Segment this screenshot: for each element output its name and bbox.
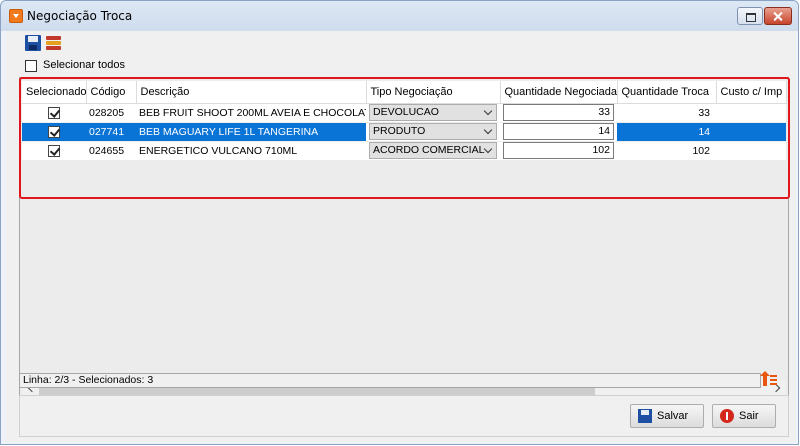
status-bar: Linha: 2/3 - Selecionados: 3 [19,373,761,388]
codigo-cell: 024655 [86,141,136,161]
codigo-cell: 028205 [86,103,136,123]
window-title: Negociação Troca [27,9,133,23]
custo-cell [716,141,786,161]
save-icon[interactable] [25,35,41,51]
window-client-area: Selecionar todos Selecionado Código Desc… [5,31,796,442]
title-bar[interactable]: Negociação Troca [1,1,798,31]
close-button[interactable] [764,7,792,25]
column-header-selecionado[interactable]: Selecionado [22,81,87,104]
app-menu-icon[interactable] [9,9,23,23]
table-row[interactable]: 028205 BEB FRUIT SHOOT 200ML AVEIA E CHO… [22,103,786,123]
quantidade-negociada-input[interactable]: 33 [503,104,614,121]
custo-cell [716,103,786,123]
table-row[interactable]: 024655 ENERGETICO VULCANO 710ML ACORDO C… [22,141,786,161]
quantidade-troca-cell: 102 [617,141,716,161]
chevron-down-icon[interactable] [483,125,493,135]
descricao-cell: BEB MAGUARY LIFE 1L TANGERINA [136,122,366,142]
exit-icon [720,409,734,423]
quantidade-troca-cell: 14 [617,122,716,142]
tipo-negociacao-select[interactable]: PRODUTO [369,123,497,140]
descricao-cell: ENERGETICO VULCANO 710ML [136,141,366,161]
column-header-codigo[interactable]: Código [86,81,137,104]
column-header-quantidade-troca[interactable]: Quantidade Troca [617,81,717,104]
custo-cell [716,122,786,142]
save-icon [638,409,652,423]
quantidade-negociada-input[interactable]: 14 [503,123,614,140]
table-row[interactable]: 027741 BEB MAGUARY LIFE 1L TANGERINA PRO… [22,122,786,142]
column-header-descricao[interactable]: Descrição [136,81,367,104]
select-all-label: Selecionar todos [43,59,125,71]
column-header-tipo-negociacao[interactable]: Tipo Negociação [366,81,501,104]
tipo-negociacao-select[interactable]: DEVOLUCAO [369,104,497,121]
sort-icon[interactable] [760,371,777,388]
descricao-cell: BEB FRUIT SHOOT 200ML AVEIA E CHOCOLATE [136,103,366,123]
action-panel: Salvar Sair [19,395,789,437]
tipo-negociacao-select[interactable]: ACORDO COMERCIAL [369,142,497,159]
restore-button[interactable] [737,7,763,25]
chevron-down-icon[interactable] [483,144,493,154]
save-button[interactable]: Salvar [630,404,704,428]
select-all-checkbox[interactable] [25,60,37,72]
column-header-custo-imp[interactable]: Custo c/ Imp [716,81,787,104]
quantidade-troca-cell: 33 [617,103,716,123]
products-grid: Selecionado Código Descrição Tipo Negoci… [19,77,789,399]
row-selected-checkbox[interactable] [48,144,60,157]
column-header-quantidade-negociada[interactable]: Quantidade Negociada [500,81,618,104]
codigo-cell: 027741 [86,122,136,142]
row-selected-checkbox[interactable] [48,125,60,138]
chevron-down-icon[interactable] [483,106,493,116]
grid-header-row: Selecionado Código Descrição Tipo Negoci… [22,81,787,104]
quantidade-negociada-input[interactable]: 102 [503,142,614,159]
exit-button[interactable]: Sair [712,404,776,428]
database-icon[interactable] [46,35,62,51]
negociacao-troca-window: Negociação Troca Selecionar todos Seleci… [0,0,799,445]
row-selected-checkbox[interactable] [48,106,60,119]
